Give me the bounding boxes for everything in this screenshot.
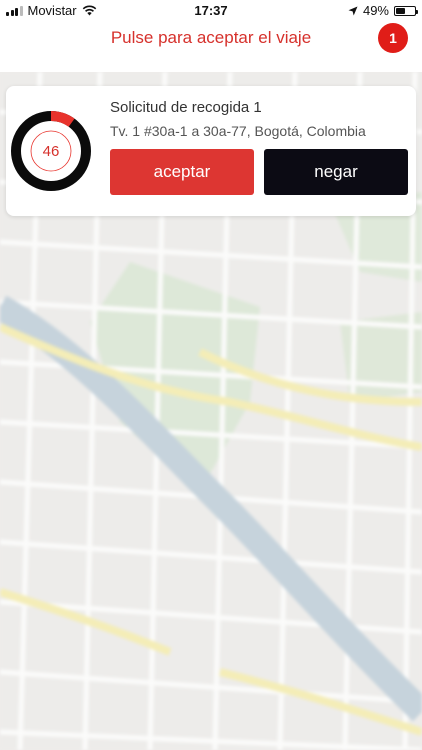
app-screen: Movistar 17:37 49% Pulse para aceptar el… xyxy=(0,0,422,750)
page-title[interactable]: Pulse para aceptar el viaje xyxy=(0,28,422,48)
reject-button[interactable]: negar xyxy=(264,149,408,195)
notification-badge[interactable]: 1 xyxy=(378,23,408,53)
pickup-request-card: 46 Solicitud de recogida 1 Tv. 1 #30a-1 … xyxy=(6,86,416,216)
location-arrow-icon xyxy=(348,6,358,15)
status-bar: Movistar 17:37 49% xyxy=(0,0,422,22)
battery-icon xyxy=(394,5,418,16)
countdown-value: 46 xyxy=(42,142,60,160)
battery-percent: 49% xyxy=(362,3,389,18)
accept-button[interactable]: aceptar xyxy=(110,149,254,195)
status-right: 49% xyxy=(348,3,418,18)
pickup-address: Tv. 1 #30a-1 a 30a-77, Bogotá, Colombia xyxy=(110,123,366,139)
battery-level xyxy=(396,7,405,14)
request-title: Solicitud de recogida 1 xyxy=(110,99,262,116)
header: Pulse para aceptar el viaje 1 xyxy=(0,22,422,72)
